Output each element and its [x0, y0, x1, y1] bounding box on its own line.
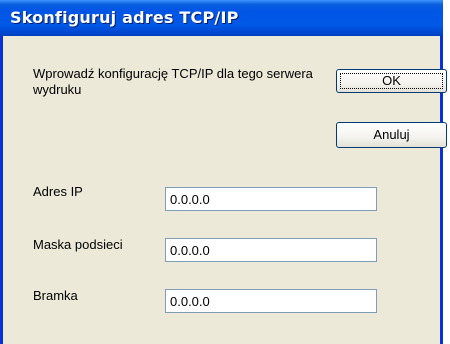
subnet-mask-label: Maska podsieci: [33, 237, 123, 252]
dialog-title: Skonfiguruj adres TCP/IP: [10, 8, 239, 27]
cancel-button-label: Anuluj: [373, 127, 410, 142]
gateway-label: Bramka: [33, 288, 78, 303]
tcpip-config-dialog: Skonfiguruj adres TCP/IP Wprowadź konfig…: [0, 0, 447, 344]
ip-address-input[interactable]: [165, 187, 377, 211]
subnet-mask-input[interactable]: [165, 238, 377, 262]
ok-button[interactable]: OK: [336, 69, 447, 93]
cancel-button[interactable]: Anuluj: [336, 122, 447, 148]
gateway-input[interactable]: [165, 289, 377, 313]
instruction-text: Wprowadź konfigurację TCP/IP dla tego se…: [33, 66, 313, 97]
ip-address-label: Adres IP: [33, 184, 83, 199]
ok-button-label: OK: [382, 73, 401, 88]
title-bar[interactable]: Skonfiguruj adres TCP/IP: [0, 0, 443, 36]
